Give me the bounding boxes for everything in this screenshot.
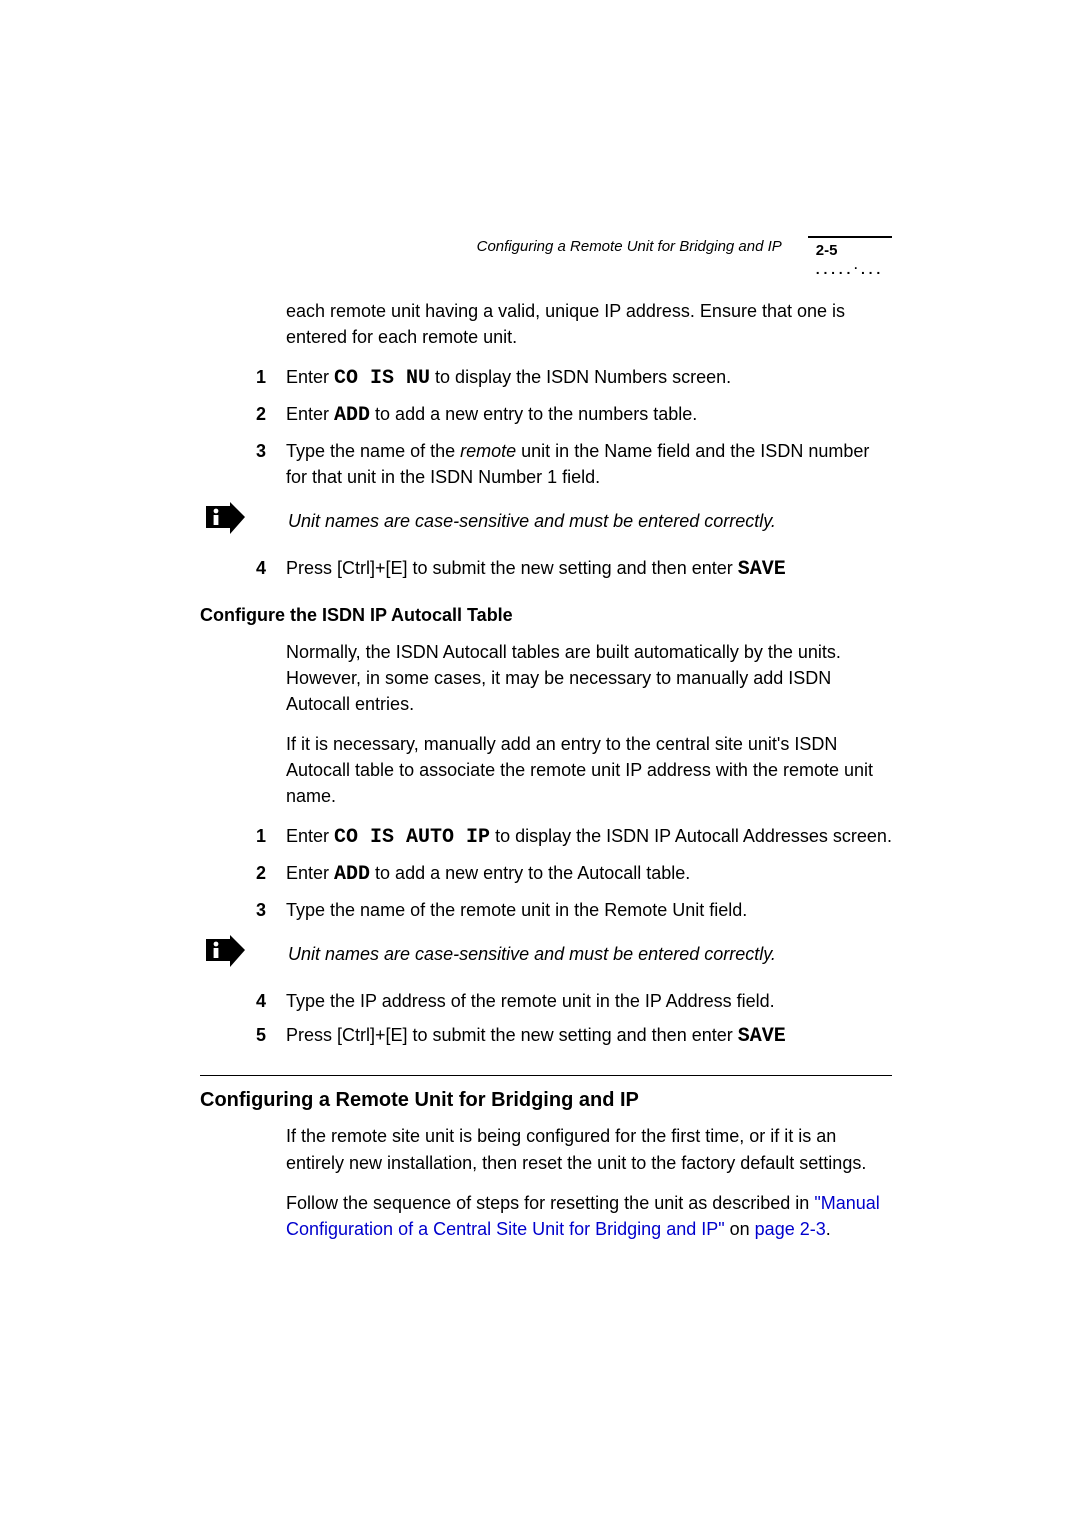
intro-paragraph: each remote unit having a valid, unique … xyxy=(286,298,892,350)
note-1: Unit names are case-sensitive and must b… xyxy=(204,502,892,541)
remote-paragraph-2: Follow the sequence of steps for resetti… xyxy=(286,1190,892,1242)
running-header-page: 2-5 ········· xyxy=(808,236,892,275)
autocall-paragraph-1: Normally, the ISDN Autocall tables are b… xyxy=(286,639,892,717)
step-number: 1 xyxy=(256,823,286,852)
step-number: 5 xyxy=(256,1022,286,1051)
remote-paragraph-1: If the remote site unit is being configu… xyxy=(286,1123,892,1175)
step-number: 4 xyxy=(256,555,286,584)
step-a-3: 3 Type the name of the remote unit in th… xyxy=(256,438,892,490)
heading-autocall: Configure the ISDN IP Autocall Table xyxy=(200,602,892,628)
note-text: Unit names are case-sensitive and must b… xyxy=(288,502,776,534)
step-text: Enter CO IS AUTO IP to display the ISDN … xyxy=(286,823,892,852)
step-text: Type the name of the remote unit in the … xyxy=(286,897,892,923)
step-text: Enter CO IS NU to display the ISDN Numbe… xyxy=(286,364,892,393)
step-number: 4 xyxy=(256,988,286,1014)
info-arrow-icon xyxy=(204,502,288,541)
note-2: Unit names are case-sensitive and must b… xyxy=(204,935,892,974)
step-number: 3 xyxy=(256,438,286,490)
code-text: CO IS NU xyxy=(334,367,430,390)
page-number: 2-5 xyxy=(816,242,838,259)
italic-text: remote xyxy=(460,441,516,461)
step-number: 1 xyxy=(256,364,286,393)
section-rule xyxy=(200,1075,892,1076)
running-header-title: Configuring a Remote Unit for Bridging a… xyxy=(477,236,782,258)
step-number: 2 xyxy=(256,401,286,430)
heading-remote: Configuring a Remote Unit for Bridging a… xyxy=(200,1086,892,1115)
step-text: Press [Ctrl]+[E] to submit the new setti… xyxy=(286,555,892,584)
page-reference-link[interactable]: page 2-3 xyxy=(755,1219,826,1239)
step-a-2: 2 Enter ADD to add a new entry to the nu… xyxy=(256,401,892,430)
step-number: 3 xyxy=(256,897,286,923)
step-b-5: 5 Press [Ctrl]+[E] to submit the new set… xyxy=(256,1022,892,1051)
step-b-3: 3 Type the name of the remote unit in th… xyxy=(256,897,892,923)
step-b-4: 4 Type the IP address of the remote unit… xyxy=(256,988,892,1014)
step-text: Type the name of the remote unit in the … xyxy=(286,438,892,490)
step-a-1: 1 Enter CO IS NU to display the ISDN Num… xyxy=(256,364,892,393)
step-b-1: 1 Enter CO IS AUTO IP to display the ISD… xyxy=(256,823,892,852)
step-b-2: 2 Enter ADD to add a new entry to the Au… xyxy=(256,860,892,889)
step-a-4: 4 Press [Ctrl]+[E] to submit the new set… xyxy=(256,555,892,584)
running-header: Configuring a Remote Unit for Bridging a… xyxy=(477,236,892,275)
code-text: ADD xyxy=(334,863,370,886)
code-text: CO IS AUTO IP xyxy=(334,826,490,849)
step-text: Enter ADD to add a new entry to the numb… xyxy=(286,401,892,430)
code-text: SAVE xyxy=(738,1025,786,1048)
code-text: SAVE xyxy=(738,558,786,581)
autocall-paragraph-2: If it is necessary, manually add an entr… xyxy=(286,731,892,809)
step-text: Type the IP address of the remote unit i… xyxy=(286,988,892,1014)
step-text: Press [Ctrl]+[E] to submit the new setti… xyxy=(286,1022,892,1051)
step-text: Enter ADD to add a new entry to the Auto… xyxy=(286,860,892,889)
note-text: Unit names are case-sensitive and must b… xyxy=(288,935,776,967)
info-arrow-icon xyxy=(204,935,288,974)
code-text: ADD xyxy=(334,404,370,427)
header-dots: ········· xyxy=(816,266,884,276)
step-number: 2 xyxy=(256,860,286,889)
